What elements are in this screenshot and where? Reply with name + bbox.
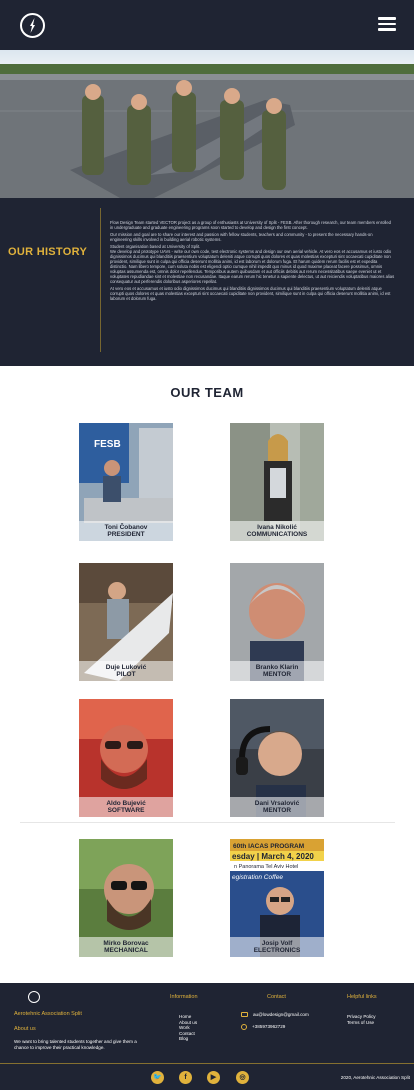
top-navbar [0,0,414,50]
team-card[interactable]: Duje Luković PILOT [79,563,173,681]
mail-icon [241,1012,248,1018]
history-paragraph: We develop and prototype UAVs - write ou… [110,249,395,284]
history-title: OUR HISTORY [8,246,88,258]
member-role: MENTOR [262,807,292,814]
twitter-icon[interactable]: 🐦 [151,1071,164,1084]
member-role: ELECTRONICS [253,947,301,954]
team-card[interactable]: Ivana Nikolić COMMUNICATIONS [230,423,324,541]
footer-email[interactable]: au@lowdesign@gmail.com [241,1012,309,1018]
member-label: Duje Luković PILOT [79,661,173,681]
iacas-line-3: n Panorama Tel Aviv Hotel [234,864,298,870]
copyright: 2020, Aerotehnic Association Split [340,1075,410,1080]
fesb-sign: FESB [94,439,121,450]
member-label: Ivana Nikolić COMMUNICATIONS [230,521,324,541]
phone-icon [241,1024,247,1030]
history-text: Flow Design Team started VECTOR project … [110,220,395,303]
footer-link-blog[interactable]: Blog [179,1036,197,1042]
footer-logo-icon[interactable] [28,991,40,1003]
footer-help-links: Privacy Policy Terms of Use [347,1014,376,1025]
history-section: OUR HISTORY Flow Design Team started VEC… [0,198,414,366]
footer-link-privacy[interactable]: Privacy Policy [347,1014,376,1020]
footer-about-text: We want to bring talented students toget… [14,1039,137,1050]
instagram-icon[interactable]: ◎ [236,1071,249,1084]
member-label: Mirko Borovac MECHANICAL [79,937,173,957]
history-divider [100,208,101,352]
footer-divider [0,1063,414,1064]
footer-link-terms[interactable]: Terms of Use [347,1020,376,1026]
footer-org-name: Aerotehnic Association Split [14,1011,82,1017]
team-card[interactable]: FESB Toni Čobanov PRESIDENT [79,423,173,541]
facebook-icon[interactable]: f [179,1071,192,1084]
iacas-line-1: 60th IACAS PROGRAM [233,843,304,850]
history-paragraph: Flow Design Team started VECTOR project … [110,220,391,230]
footer-about-title: About us [14,1026,36,1032]
member-label: Dani Vrsalović MENTOR [230,797,324,817]
team-card[interactable]: Mirko Borovac MECHANICAL [79,839,173,957]
member-label: Branko Klarin MENTOR [230,661,324,681]
member-role: SOFTWARE [107,807,145,814]
footer-help-title: Helpful links [347,994,377,1000]
member-name: Josip Volf [261,940,293,947]
team-card[interactable]: Branko Klarin MENTOR [230,563,324,681]
iacas-line-4: egistration Coffee [232,874,283,881]
team-card[interactable]: Aldo Bujević SOFTWARE [79,699,173,817]
history-paragraph: At vero eos et accusamus et iusto odio d… [110,286,391,301]
member-name: Mirko Borovac [103,940,149,947]
team-card[interactable]: Dani Vrsalović MENTOR [230,699,324,817]
footer-phone-text: +385973962729 [252,1024,286,1030]
youtube-icon[interactable]: ▶ [207,1071,220,1084]
member-role: PILOT [116,671,136,678]
hero-image [0,50,414,198]
member-label: Toni Čobanov PRESIDENT [79,521,173,541]
section-divider [20,822,395,823]
member-role: MENTOR [262,671,292,678]
member-name: Toni Čobanov [104,524,148,531]
footer-email-text: au@lowdesign@gmail.com [253,1012,309,1017]
team-card[interactable]: 60th IACAS PROGRAM esday | March 4, 2020… [230,839,324,957]
member-name: Aldo Bujević [106,800,146,807]
member-role: COMMUNICATIONS [246,531,308,538]
member-role: PRESIDENT [107,531,145,538]
member-name: Duje Luković [105,664,147,671]
footer-info-links: Home About us Work Contact Blog [179,1014,197,1042]
hamburger-icon[interactable] [378,17,396,31]
iacas-line-2: esday | March 4, 2020 [232,852,314,861]
member-name: Ivana Nikolić [257,524,297,531]
footer: Aerotehnic Association Split About us We… [0,983,414,1090]
team-title: OUR TEAM [170,385,244,400]
footer-contact-title: Contact [267,994,286,1000]
compass-logo-icon[interactable] [20,13,45,38]
footer-info-title: Information [170,994,198,1000]
history-paragraph: Our mission and goal are to share our in… [110,232,373,242]
member-role: MECHANICAL [104,947,148,954]
footer-phone[interactable]: +385973962729 [241,1024,285,1030]
member-label: Aldo Bujević SOFTWARE [79,797,173,817]
member-label: Josip Volf ELECTRONICS [230,937,324,957]
member-name: Branko Klarin [255,664,299,671]
member-name: Dani Vrsalović [254,800,300,807]
